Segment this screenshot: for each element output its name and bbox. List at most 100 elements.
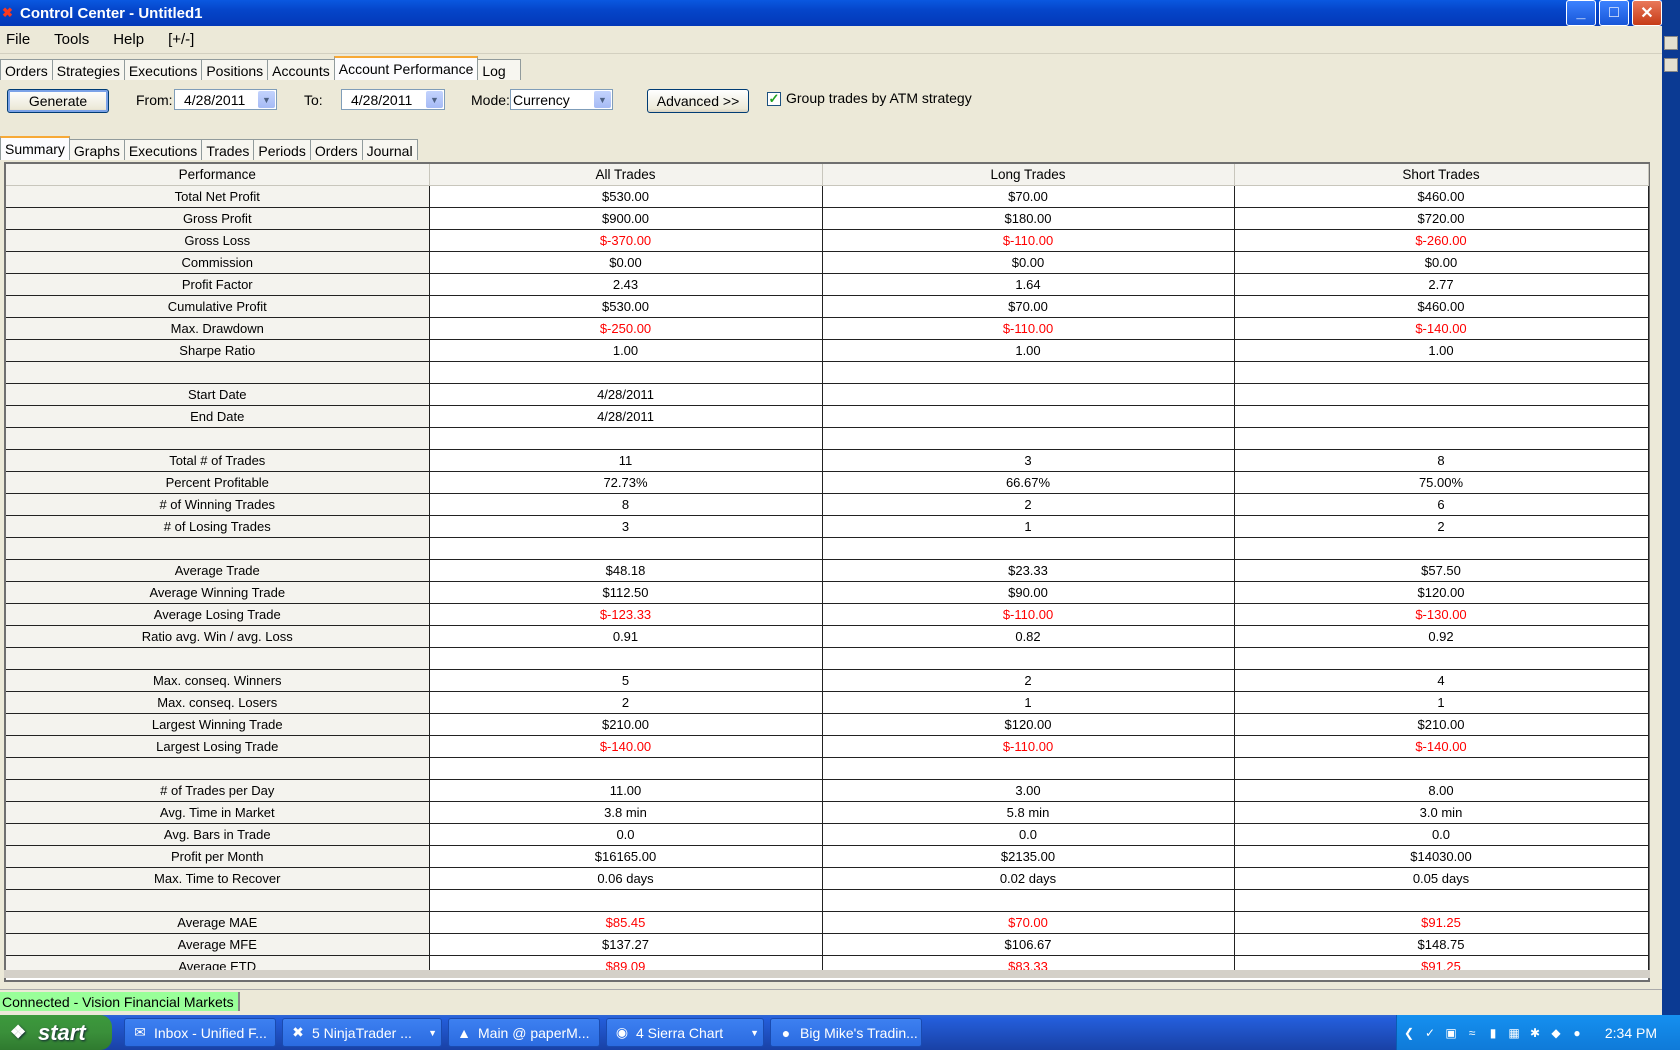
advanced-button[interactable]: Advanced >>: [647, 89, 749, 113]
table-row[interactable]: Profit Factor 2.43 1.64 2.77: [6, 273, 1649, 296]
minimize-button[interactable]: _: [1566, 0, 1596, 26]
table-row[interactable]: Gross Profit $900.00 $180.00 $720.00: [6, 207, 1649, 230]
table-row[interactable]: Average Losing Trade $-123.33 $-110.00 $-13…: [6, 603, 1649, 626]
table-row[interactable]: Max. Drawdown $-250.00 $-110.00 $-140.00: [6, 317, 1649, 340]
table-row[interactable]: [6, 537, 1649, 560]
maximize-button[interactable]: □: [1599, 0, 1629, 26]
tab-trades[interactable]: Trades: [201, 139, 255, 160]
from-date-picker[interactable]: 4/28/2011 ▼: [174, 89, 277, 110]
tab-periods[interactable]: Periods: [253, 139, 311, 160]
metric-label: Start Date: [6, 383, 430, 406]
table-row[interactable]: Total # of Trades 11 3 8: [6, 449, 1649, 472]
tab-positions[interactable]: Positions: [201, 59, 269, 80]
table-row[interactable]: # of Winning Trades 8 2 6: [6, 493, 1649, 516]
menu-file[interactable]: File: [0, 31, 40, 48]
table-row[interactable]: Avg. Bars in Trade 0.0 0.0 0.0: [6, 823, 1649, 846]
short-trades-value: $91.25: [1234, 911, 1649, 934]
table-row[interactable]: Ratio avg. Win / avg. Loss 0.91 0.82 0.92: [6, 625, 1649, 648]
to-date-picker[interactable]: 4/28/2011 ▼: [341, 89, 445, 110]
table-row[interactable]: [6, 889, 1649, 912]
tab-graphs[interactable]: Graphs: [68, 139, 125, 160]
table-header-row: Performance All Trades Long Trades Short…: [6, 164, 1649, 186]
all-trades-value: 4/28/2011: [429, 383, 823, 406]
column-header-long-trades[interactable]: Long Trades: [822, 164, 1235, 186]
mode-select[interactable]: Currency ▼: [510, 89, 613, 110]
column-header-short-trades[interactable]: Short Trades: [1234, 164, 1649, 186]
table-row[interactable]: Total Net Profit $530.00 $70.00 $460.00: [6, 185, 1649, 208]
all-trades-value: 0.06 days: [429, 867, 823, 890]
table-row[interactable]: Max. Time to Recover 0.06 days 0.02 days 0.…: [6, 867, 1649, 890]
all-trades-value: 2: [429, 691, 823, 714]
ninjatrader-icon: ✖: [2, 5, 13, 20]
table-row[interactable]: Commission $0.00 $0.00 $0.00: [6, 251, 1649, 274]
table-row[interactable]: [6, 647, 1649, 670]
table-row[interactable]: End Date 4/28/2011: [6, 405, 1649, 428]
generate-button[interactable]: Generate: [7, 89, 109, 113]
tab-account-performance[interactable]: Account Performance: [333, 56, 479, 80]
wireless-icon[interactable]: ≈: [1463, 1026, 1481, 1040]
taskbar-button-main-paper[interactable]: ▲ Main @ paperM...: [448, 1018, 600, 1047]
tab-executions[interactable]: Executions: [123, 139, 203, 160]
tab-orders[interactable]: Orders: [309, 139, 363, 160]
table-row[interactable]: Profit per Month $16165.00 $2135.00 $14030.…: [6, 845, 1649, 868]
table-row[interactable]: Cumulative Profit $530.00 $70.00 $460.00: [6, 295, 1649, 318]
group-trades-checkbox[interactable]: ✓: [767, 92, 781, 106]
ninjatrader-icon: ✖: [292, 1024, 304, 1040]
metric-label: Max. Drawdown: [6, 317, 430, 340]
chevron-down-icon[interactable]: ▼: [258, 91, 275, 108]
table-row[interactable]: [6, 427, 1649, 450]
long-trades-value: $90.00: [822, 581, 1235, 604]
tab-executions[interactable]: Executions: [123, 59, 203, 80]
table-row[interactable]: Percent Profitable 72.73% 66.67% 75.00%: [6, 471, 1649, 494]
app-tray-icon[interactable]: ◆: [1547, 1026, 1565, 1040]
monitor-icon[interactable]: ▣: [1442, 1026, 1460, 1040]
table-row[interactable]: [6, 361, 1649, 384]
tab-accounts[interactable]: Accounts: [267, 59, 335, 80]
signal-bars-icon[interactable]: ▮: [1484, 1026, 1502, 1040]
taskbar-button-inbox[interactable]: ✉ Inbox - Unified F...: [124, 1018, 276, 1047]
security-shield-icon[interactable]: ✓: [1421, 1026, 1439, 1040]
table-row[interactable]: # of Losing Trades 3 1 2: [6, 515, 1649, 538]
start-button[interactable]: ❖ start: [0, 1015, 112, 1050]
metric-label: Percent Profitable: [6, 471, 430, 494]
tray-expand-icon[interactable]: ❮: [1400, 1026, 1418, 1040]
taskbar-button-ninjatrader[interactable]: ✖ 5 NinjaTrader ... ▼: [282, 1018, 442, 1047]
chevron-down-icon[interactable]: ▼: [594, 91, 611, 108]
column-header-all-trades[interactable]: All Trades: [429, 164, 823, 186]
short-trades-value: $-140.00: [1234, 317, 1649, 340]
window-title-bar[interactable]: ✖ Control Center - Untitled1 _ □ ✕: [0, 0, 1662, 26]
table-row[interactable]: Sharpe Ratio 1.00 1.00 1.00: [6, 339, 1649, 362]
taskbar-button-sierra-chart[interactable]: ◉ 4 Sierra Chart ▼: [606, 1018, 764, 1047]
column-header-performance[interactable]: Performance: [6, 164, 430, 186]
table-row[interactable]: Start Date 4/28/2011: [6, 383, 1649, 406]
menu-help[interactable]: Help: [107, 31, 154, 48]
network-icon[interactable]: ▦: [1505, 1026, 1523, 1040]
table-row[interactable]: Average MAE $85.45 $70.00 $91.25: [6, 911, 1649, 934]
taskbar-button-firefox[interactable]: ● Big Mike's Tradin...: [770, 1018, 922, 1047]
performance-summary-grid[interactable]: Performance All Trades Long Trades Short…: [4, 162, 1650, 982]
table-row[interactable]: Max. conseq. Losers 2 1 1: [6, 691, 1649, 714]
table-row[interactable]: [6, 757, 1649, 780]
table-row[interactable]: Largest Winning Trade $210.00 $120.00 $210.…: [6, 713, 1649, 736]
table-row[interactable]: # of Trades per Day 11.00 3.00 8.00: [6, 779, 1649, 802]
menu-tools[interactable]: Tools: [48, 31, 99, 48]
table-row[interactable]: Avg. Time in Market 3.8 min 5.8 min 3.0 min: [6, 801, 1649, 824]
table-row[interactable]: Gross Loss $-370.00 $-110.00 $-260.00: [6, 229, 1649, 252]
horizontal-scrollbar[interactable]: [4, 970, 1650, 978]
tab-journal[interactable]: Journal: [361, 139, 418, 160]
table-row[interactable]: Max. conseq. Winners 5 2 4: [6, 669, 1649, 692]
clock[interactable]: 2:34 PM: [1605, 1025, 1657, 1041]
tab-log[interactable]: Log: [477, 59, 522, 80]
menu-expand[interactable]: [+/-]: [162, 31, 204, 48]
bluetooth-icon[interactable]: ✱: [1526, 1026, 1544, 1040]
tab-orders[interactable]: Orders: [0, 59, 53, 80]
table-row[interactable]: Average Winning Trade $112.50 $90.00 $120.0…: [6, 581, 1649, 604]
table-row[interactable]: Average Trade $48.18 $23.33 $57.50: [6, 559, 1649, 582]
table-row[interactable]: Largest Losing Trade $-140.00 $-110.00 $-14…: [6, 735, 1649, 758]
chevron-down-icon[interactable]: ▼: [426, 91, 443, 108]
close-button[interactable]: ✕: [1632, 0, 1662, 26]
tab-summary[interactable]: Summary: [0, 136, 70, 160]
update-icon[interactable]: ●: [1568, 1026, 1586, 1040]
tab-strategies[interactable]: Strategies: [51, 59, 125, 80]
table-row[interactable]: Average MFE $137.27 $106.67 $148.75: [6, 933, 1649, 956]
